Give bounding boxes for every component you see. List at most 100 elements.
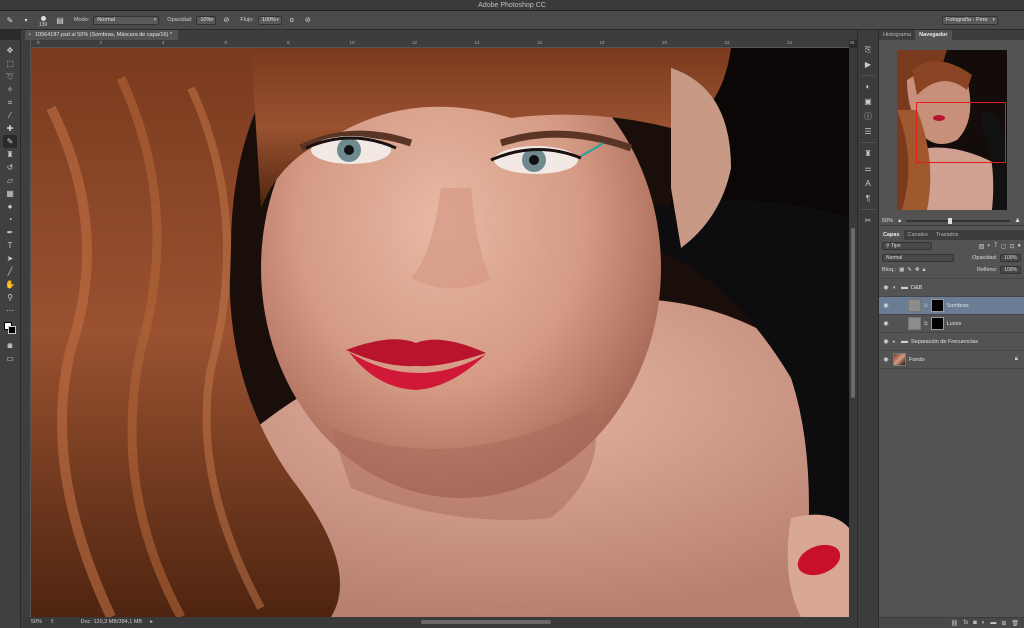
delete-layer-icon[interactable]: 🗑︎	[1011, 620, 1019, 627]
brush-preset-picker[interactable]: 139	[36, 13, 50, 28]
fill-field[interactable]: 100%	[1000, 266, 1021, 274]
expand-caret-icon[interactable]: ▸	[893, 339, 898, 345]
blend-mode-select[interactable]: Normal	[882, 254, 954, 262]
navigator-view-rectangle[interactable]	[916, 102, 1006, 163]
move-tool-icon[interactable]: ✥	[3, 44, 17, 57]
layer-fondo[interactable]: ◉ Fondo 🔒︎	[879, 351, 1024, 369]
blur-tool-icon[interactable]: ●	[3, 200, 17, 213]
type-tool-icon[interactable]: T	[3, 239, 17, 252]
layer-thumbnail[interactable]	[893, 353, 906, 366]
brush-presets-panel-icon[interactable]: ⚌	[861, 161, 875, 176]
layer-group-db[interactable]: ◉ ▾ ▬ D&B	[879, 279, 1024, 297]
lock-pixels-icon[interactable]: ✎	[907, 267, 912, 273]
zoom-slider-knob[interactable]	[947, 217, 952, 224]
pressure-size-icon[interactable]: ⊘	[302, 13, 314, 27]
tab-channels[interactable]: Canales	[904, 230, 932, 240]
color-swatches[interactable]	[3, 321, 17, 335]
visibility-eye-icon[interactable]: ◉	[882, 338, 890, 345]
airbrush-icon[interactable]: ɑ	[286, 13, 298, 27]
eyedropper-tool-icon[interactable]: ⁄	[3, 109, 17, 122]
lock-transparent-icon[interactable]: ▦	[899, 267, 904, 273]
navigator-thumbnail[interactable]	[897, 50, 1007, 210]
lasso-tool-icon[interactable]: ➰	[3, 70, 17, 83]
navigator-zoom-slider[interactable]	[906, 217, 1011, 224]
adjustment-filter-icon[interactable]: ◐	[987, 243, 991, 250]
zoom-level[interactable]: 50%	[31, 617, 42, 628]
new-group-icon[interactable]: ▬	[990, 620, 996, 626]
zoom-out-icon[interactable]: ▲	[897, 218, 902, 224]
close-tab-icon[interactable]: ×	[28, 30, 31, 40]
layer-filter-select[interactable]: ⚲ Tipo	[882, 242, 932, 250]
flow-field[interactable]: 100%	[257, 15, 282, 25]
clone-source-panel-icon[interactable]: ♜	[861, 146, 875, 161]
lock-all-icon[interactable]: 🔒︎	[923, 267, 926, 274]
add-mask-icon[interactable]: ◙	[973, 620, 977, 626]
zoom-tool-icon[interactable]: ⚲	[3, 291, 17, 304]
actions-panel-icon[interactable]: ▶	[861, 57, 875, 72]
mode-select[interactable]: Normal	[93, 15, 160, 25]
layer-mask-thumbnail[interactable]	[930, 299, 944, 312]
eraser-tool-icon[interactable]: ▱	[3, 174, 17, 187]
quick-mask-icon[interactable]: ◙	[3, 339, 17, 352]
layer-thumbnail[interactable]	[908, 317, 921, 330]
opacity-field[interactable]: 10%	[196, 15, 217, 25]
navigator-zoom-value[interactable]: 50%	[882, 218, 893, 224]
visibility-eye-icon[interactable]: ◉	[882, 356, 890, 363]
screen-mode-icon[interactable]: ▭	[3, 352, 17, 365]
lock-position-icon[interactable]: ✥	[915, 267, 920, 273]
path-select-tool-icon[interactable]: ➤	[3, 252, 17, 265]
character-panel-icon[interactable]: A	[861, 176, 875, 191]
info-panel-icon[interactable]: ⓘ	[861, 109, 875, 124]
workspace-select[interactable]: Fotografía - Pere	[942, 16, 998, 25]
canvas-vertical-scrollbar[interactable]	[849, 48, 857, 617]
document-canvas[interactable]	[31, 48, 849, 617]
pixel-filter-icon[interactable]: ▨	[979, 243, 985, 250]
new-layer-icon[interactable]: ⊞	[1001, 620, 1006, 627]
layer-thumbnail[interactable]	[908, 299, 921, 312]
tab-histogram[interactable]: Histograma	[879, 30, 915, 40]
mask-link-icon[interactable]: ⧉	[924, 321, 928, 327]
styles-panel-icon[interactable]: ▣	[861, 94, 875, 109]
layer-style-icon[interactable]: fx	[963, 620, 968, 626]
layer-luces[interactable]: ◉ ⧉ Luces	[879, 315, 1024, 333]
healing-brush-tool-icon[interactable]: ✚	[3, 122, 17, 135]
brush-panel-toggle-icon[interactable]: ▤	[54, 13, 66, 27]
paragraph-panel-icon[interactable]: ¶	[861, 191, 875, 206]
document-info[interactable]: Doc: 120,3 MB/384,1 MB	[81, 617, 142, 628]
smart-object-filter-icon[interactable]: ⊡	[1009, 243, 1014, 250]
mask-link-icon[interactable]: ⧉	[924, 303, 928, 309]
tool-presets-panel-icon[interactable]: ✂	[861, 213, 875, 228]
history-panel-icon[interactable]: ⎘	[861, 42, 875, 57]
tab-layers[interactable]: Capas	[879, 230, 904, 240]
expand-caret-icon[interactable]: ▾	[893, 285, 898, 291]
status-menu-arrow-icon[interactable]: ▸	[150, 617, 153, 628]
document-tab[interactable]: × 10564187.psd al 50% (Sombras, Máscara …	[25, 30, 178, 40]
new-adjustment-icon[interactable]: ◐	[982, 620, 986, 626]
brush-tool-icon[interactable]: ✎	[4, 13, 16, 27]
visibility-eye-icon[interactable]: ◉	[882, 320, 890, 327]
visibility-eye-icon[interactable]: ◉	[882, 284, 890, 291]
visibility-eye-icon[interactable]: ◉	[882, 302, 890, 309]
shape-filter-icon[interactable]: ▢	[1001, 243, 1007, 250]
pressure-opacity-icon[interactable]: ⊘	[220, 13, 232, 27]
dodge-tool-icon[interactable]: ◔	[3, 213, 17, 226]
marquee-tool-icon[interactable]: ⬚	[3, 57, 17, 70]
pen-tool-icon[interactable]: ✒	[3, 226, 17, 239]
layer-opacity-field[interactable]: 100%	[1000, 254, 1021, 262]
adjustments-panel-icon[interactable]: ◐	[861, 79, 875, 94]
quick-select-tool-icon[interactable]: ✧	[3, 83, 17, 96]
layer-group-separacion[interactable]: ◉ ▸ ▬ Separación de Frecuencias	[879, 333, 1024, 351]
filter-toggle-icon[interactable]: ●	[1017, 243, 1021, 250]
properties-panel-icon[interactable]: ☰	[861, 124, 875, 139]
tab-navigator[interactable]: Navegador	[915, 30, 952, 40]
zoom-in-icon[interactable]: ▲	[1014, 217, 1021, 224]
clone-stamp-tool-icon[interactable]: ♜	[3, 148, 17, 161]
tab-paths[interactable]: Trazados	[932, 230, 963, 240]
more-tools-icon[interactable]: ⋯	[3, 304, 17, 317]
tool-preset-chevron-icon[interactable]: ▾	[20, 13, 32, 27]
canvas-horizontal-scrollbar[interactable]	[421, 620, 551, 624]
hand-tool-icon[interactable]: ✋	[3, 278, 17, 291]
export-icon[interactable]: ⇪	[50, 617, 55, 628]
vertical-scroll-thumb[interactable]	[851, 228, 855, 398]
line-tool-icon[interactable]: ╱	[3, 265, 17, 278]
